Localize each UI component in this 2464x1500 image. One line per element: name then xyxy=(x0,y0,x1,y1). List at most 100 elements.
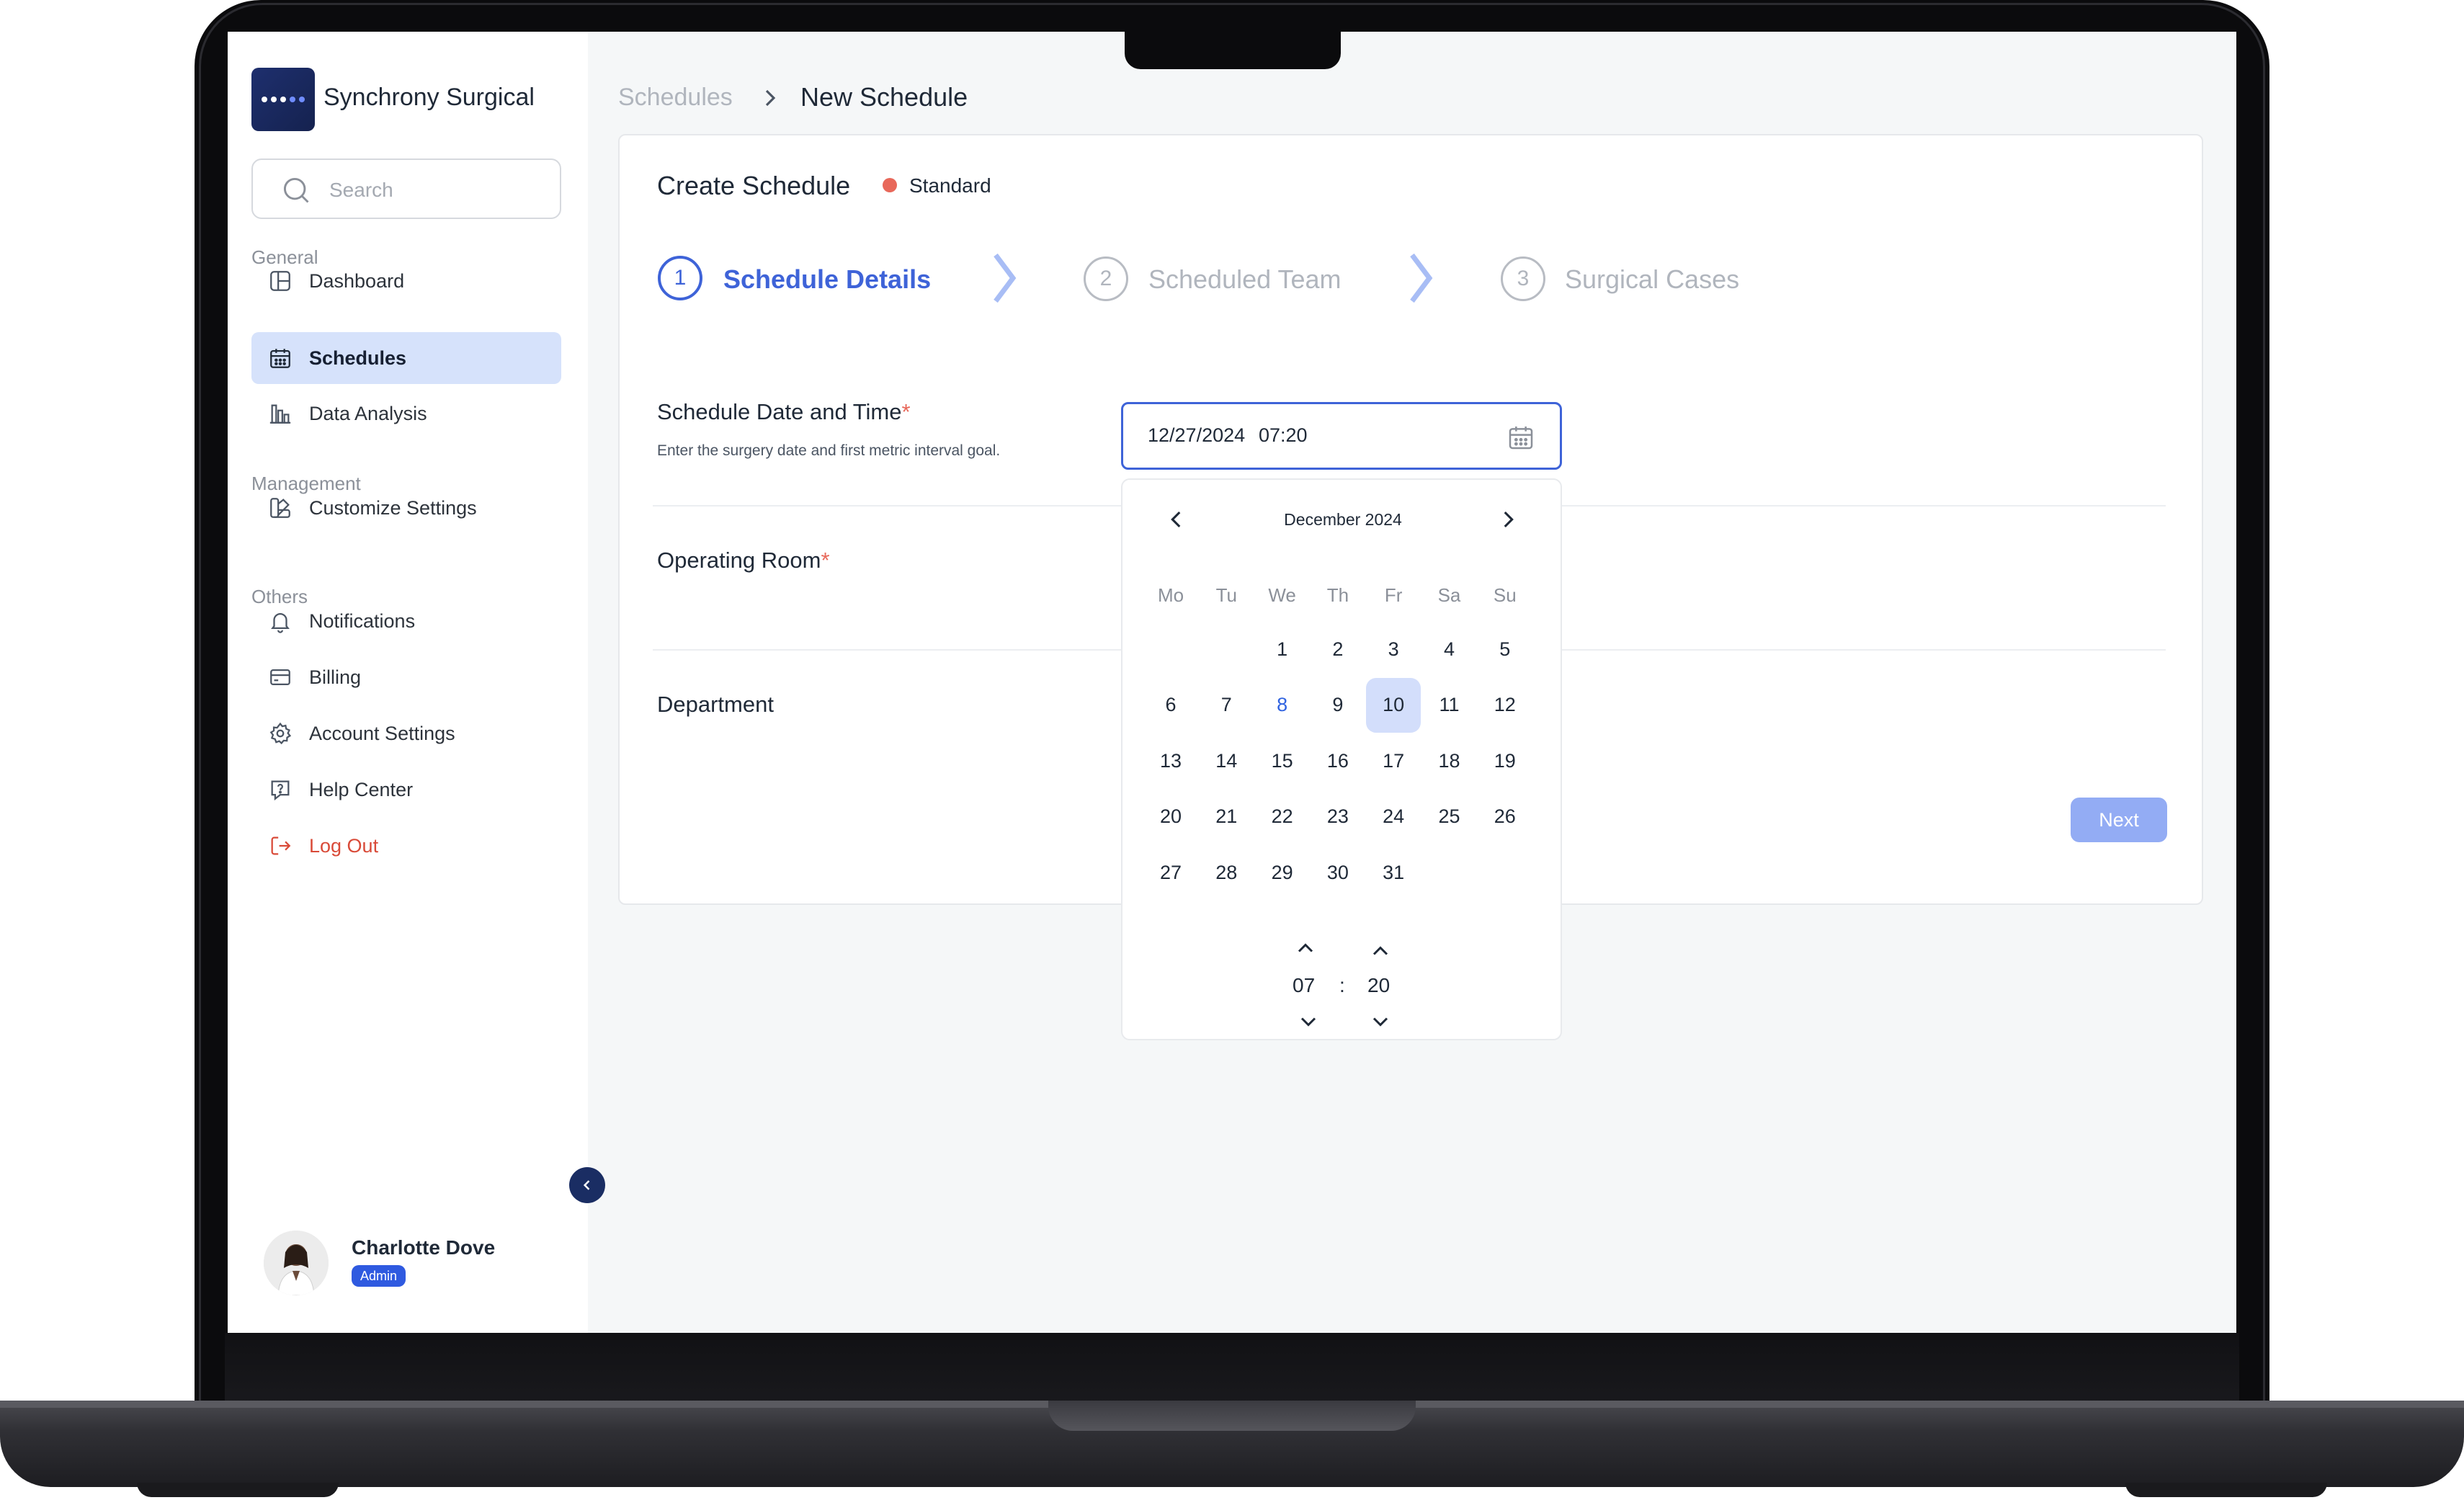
schedule-date-label: Schedule Date and Time* xyxy=(657,399,911,424)
breadcrumb-current: New Schedule xyxy=(800,82,968,112)
calendar-day[interactable]: 6 xyxy=(1143,678,1198,733)
app-screen: Synchrony Surgical General Dashboard Sch… xyxy=(228,32,2236,1333)
calendar-day[interactable]: 12 xyxy=(1478,678,1532,733)
calendar-day[interactable]: 26 xyxy=(1478,790,1532,844)
sidebar-item-label: Schedules xyxy=(309,347,407,369)
calendar-day[interactable]: 11 xyxy=(1422,678,1477,733)
step-2-number[interactable]: 2 xyxy=(1084,256,1128,301)
camera-notch xyxy=(1125,32,1341,69)
sidebar-item-customize-settings[interactable]: Customize Settings xyxy=(251,482,561,534)
logout-icon xyxy=(266,831,295,860)
calendar-day[interactable]: 23 xyxy=(1311,790,1365,844)
avatar[interactable] xyxy=(264,1231,329,1295)
bar-chart-icon xyxy=(266,399,295,428)
weekday-label: We xyxy=(1268,584,1296,606)
laptop-foot-left xyxy=(137,1483,339,1497)
calendar-day[interactable]: 15 xyxy=(1255,733,1310,788)
calendar-day[interactable]: 31 xyxy=(1366,845,1421,900)
calendar-day[interactable]: 18 xyxy=(1422,733,1477,788)
calendar-day[interactable]: 2 xyxy=(1311,622,1365,677)
minute-value[interactable]: 20 xyxy=(1367,974,1390,997)
schedule-date-field[interactable]: 12/27/2024 07:20 xyxy=(1121,402,1562,470)
step-2-label[interactable]: Scheduled Team xyxy=(1148,264,1342,295)
search-input[interactable] xyxy=(328,176,547,205)
calendar-day[interactable]: 14 xyxy=(1199,733,1254,788)
hour-down-button[interactable] xyxy=(1294,1009,1323,1035)
calendar-day[interactable]: 7 xyxy=(1199,678,1254,733)
sidebar-item-dashboard[interactable]: Dashboard xyxy=(251,255,561,307)
step-1-label[interactable]: Schedule Details xyxy=(723,264,931,295)
calendar-day[interactable]: 21 xyxy=(1199,790,1254,844)
calendar-day[interactable]: 5 xyxy=(1478,622,1532,677)
minute-down-button[interactable] xyxy=(1366,1009,1395,1035)
time-separator: : xyxy=(1339,974,1345,996)
required-marker: * xyxy=(821,548,830,573)
calendar-day[interactable]: 28 xyxy=(1199,845,1254,900)
sidebar-item-label: Notifications xyxy=(309,610,416,632)
calendar-day[interactable]: 13 xyxy=(1143,733,1198,788)
calendar-day[interactable]: 24 xyxy=(1366,790,1421,844)
card-icon xyxy=(266,663,295,692)
hour-value[interactable]: 07 xyxy=(1293,974,1315,997)
sidebar-item-label: Billing xyxy=(309,666,362,688)
sidebar-item-help-center[interactable]: Help Center xyxy=(251,764,561,816)
weekday-label: Tu xyxy=(1215,584,1237,606)
help-icon xyxy=(266,775,295,804)
app-logo[interactable] xyxy=(251,68,315,131)
card-title: Create Schedule xyxy=(657,171,851,200)
calendar-day[interactable]: 3 xyxy=(1366,622,1421,677)
calendar-day[interactable]: 27 xyxy=(1143,845,1198,900)
chevron-left-icon xyxy=(583,1180,590,1190)
operating-room-label: Operating Room* xyxy=(657,548,830,573)
calendar-day[interactable]: 9 xyxy=(1311,678,1365,733)
chevron-right-icon xyxy=(765,89,776,107)
sidebar-item-label: Dashboard xyxy=(309,269,405,292)
weekday-label: Fr xyxy=(1384,584,1403,606)
hour-up-button[interactable] xyxy=(1291,935,1320,961)
sidebar-item-notifications[interactable]: Notifications xyxy=(251,595,561,647)
bell-icon xyxy=(266,607,295,635)
step-1-number[interactable]: 1 xyxy=(658,256,702,300)
date-value: 12/27/2024 xyxy=(1148,424,1246,446)
sidebar-item-billing[interactable]: Billing xyxy=(251,651,561,703)
calendar-day-selected[interactable]: 10 xyxy=(1366,677,1421,733)
app-name: Synchrony Surgical xyxy=(323,84,535,111)
department-label: Department xyxy=(657,692,774,717)
step-chevron-icon xyxy=(1410,253,1433,303)
next-button[interactable]: Next xyxy=(2071,798,2167,842)
calendar-day[interactable]: 4 xyxy=(1422,622,1477,677)
calendar-day[interactable]: 20 xyxy=(1143,790,1198,844)
sidebar-item-label: Help Center xyxy=(309,778,414,800)
collapse-sidebar-button[interactable] xyxy=(569,1167,605,1203)
sidebar-item-label: Customize Settings xyxy=(309,496,477,519)
search-box[interactable] xyxy=(251,159,561,219)
step-3-number[interactable]: 3 xyxy=(1501,256,1545,301)
customize-icon xyxy=(266,494,295,522)
calendar-day[interactable]: 29 xyxy=(1255,845,1310,900)
calendar-day[interactable]: 19 xyxy=(1478,733,1532,788)
step-3-label[interactable]: Surgical Cases xyxy=(1565,264,1739,295)
calendar-day[interactable]: 16 xyxy=(1311,733,1365,788)
minute-up-button[interactable] xyxy=(1366,938,1395,964)
next-month-button[interactable] xyxy=(1496,507,1520,532)
search-icon xyxy=(283,177,309,203)
sidebar-item-schedules[interactable]: Schedules xyxy=(251,332,561,384)
sidebar-item-label: Data Analysis xyxy=(309,402,427,424)
calendar-day[interactable]: 8 xyxy=(1255,678,1310,733)
calendar-day[interactable]: 1 xyxy=(1255,622,1310,677)
status-badge: Standard xyxy=(909,174,991,197)
calendar-day[interactable]: 17 xyxy=(1366,733,1421,788)
breadcrumb-parent[interactable]: Schedules xyxy=(618,84,733,112)
user-name: Charlotte Dove xyxy=(352,1236,496,1259)
required-marker: * xyxy=(901,399,911,424)
calendar-icon[interactable] xyxy=(1506,423,1535,452)
sidebar-item-data-analysis[interactable]: Data Analysis xyxy=(251,388,561,439)
calendar-day[interactable]: 25 xyxy=(1422,790,1477,844)
date-picker: December 2024 Mo Tu We Th Fr Sa Su 1 2 3 4 5 6 7 8 9 10… xyxy=(1121,478,1562,1040)
sidebar-item-log-out[interactable]: Log Out xyxy=(251,820,561,872)
calendar-day[interactable]: 30 xyxy=(1311,845,1365,900)
calendar-day[interactable]: 22 xyxy=(1255,790,1310,844)
sidebar-item-account-settings[interactable]: Account Settings xyxy=(251,707,561,759)
weekday-label: Su xyxy=(1493,584,1517,606)
weekday-label: Mo xyxy=(1157,584,1184,606)
